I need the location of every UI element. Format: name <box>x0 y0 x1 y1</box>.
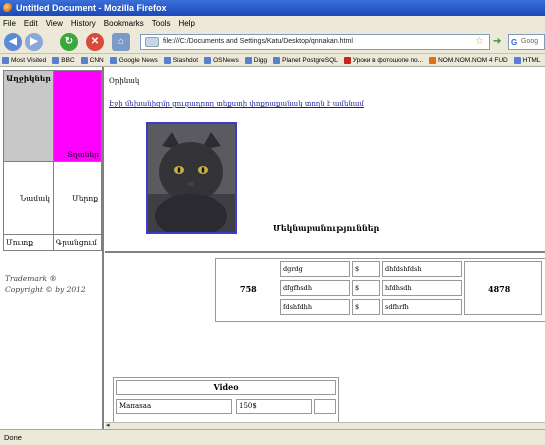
back-icon[interactable]: ◀ <box>4 33 22 51</box>
table-cell: dfgfhsdh <box>280 280 350 296</box>
reload-icon[interactable]: ↻ <box>60 33 78 51</box>
data-table: 758 dgrdg $ dhfdshfdsh dfgfhsdh $ hfdhsd… <box>215 258 545 322</box>
right-number: 4878 <box>488 284 511 294</box>
menu-edit[interactable]: Edit <box>24 19 38 28</box>
bookmark-icon <box>244 56 252 64</box>
bookmark-html[interactable]: HTML <box>513 56 540 64</box>
greeting-text: Օրինակ <box>109 77 140 85</box>
bottom-frame: 758 dgrdg $ dhfdshfdsh dfgfhsdh $ hfdhsd… <box>105 255 545 429</box>
menu-file[interactable]: File <box>3 19 16 28</box>
bookmarks-toolbar: Most Visited BBC CNN Google News Slashdo… <box>0 54 545 67</box>
left-number: 758 <box>240 284 257 294</box>
left-frame: Աղջիկներ Տղաներ Նամակ Մերոք Մուտք Գրանցո… <box>0 67 104 429</box>
bookmark-slashdot[interactable]: Slashdot <box>163 56 198 64</box>
table-cell: dhfdshfdsh <box>382 261 462 277</box>
bookmark-planet-postgresql[interactable]: Planet PostgreSQL <box>273 56 338 64</box>
window-title-bar: Untitled Document - Mozilla Firefox <box>0 0 545 16</box>
main-link[interactable]: Էջի մեխանիզմը ցուցադրող տեքստի փոքրաքանա… <box>109 100 364 108</box>
firefox-icon <box>3 3 13 13</box>
nav-cell-register[interactable]: Գրանցում <box>52 234 103 251</box>
nav-cell-boys[interactable]: Տղաներ <box>52 70 103 162</box>
page-content: Աղջիկներ Տղաներ Նամակ Մերոք Մուտք Գրանցո… <box>0 67 545 429</box>
bookmark-icon <box>204 56 212 64</box>
video-header: Video <box>116 380 336 395</box>
table-cell: $ <box>352 280 380 296</box>
menu-help[interactable]: Help <box>178 19 194 28</box>
main-frame: Օրինակ Էջի մեխանիզմը ցուցադրող տեքստի փո… <box>105 67 545 253</box>
cat-photo-icon <box>148 124 235 232</box>
nav-header-girls[interactable]: Աղջիկներ <box>3 70 54 162</box>
bookmark-icon <box>80 56 88 64</box>
stop-icon[interactable]: ✕ <box>86 33 104 51</box>
bookmark-icon <box>52 56 60 64</box>
menu-history[interactable]: History <box>71 19 96 28</box>
menu-bookmarks[interactable]: Bookmarks <box>104 19 144 28</box>
page-icon <box>145 37 159 47</box>
menu-view[interactable]: View <box>46 19 63 28</box>
video-name-cell: Мапаsaa <box>116 399 232 414</box>
left-nav-table: Աղջիկներ Տղաներ Նամակ Մերոք Մուտք Գրանցո… <box>3 70 103 251</box>
menu-tools[interactable]: Tools <box>152 19 171 28</box>
nav-cell-ours[interactable]: Մերոք <box>52 161 103 235</box>
status-bar: Done <box>0 429 545 445</box>
nav-cell-letter[interactable]: Նամակ <box>3 161 54 235</box>
bookmark-icon <box>513 56 521 64</box>
copyright-line: Copyright © by 2012 <box>5 285 86 294</box>
navigation-toolbar: ◀ ▶ ↻ ✕ ⌂ file:///C:/Documents and Setti… <box>0 30 545 54</box>
search-box[interactable]: G Goog <box>508 34 545 50</box>
horizontal-scrollbar[interactable]: ◂ <box>105 422 545 429</box>
address-text: file:///C:/Documents and Settings/Katu/D… <box>163 38 353 45</box>
go-arrow-icon[interactable]: ➔ <box>493 36 503 48</box>
bookmark-digg[interactable]: Digg <box>244 56 267 64</box>
bookmark-p-icon <box>343 56 351 64</box>
trademark-text: Trademark ® Copyright © by 2012 <box>5 273 86 295</box>
window-title: Untitled Document - Mozilla Firefox <box>16 3 167 13</box>
bookmark-most-visited[interactable]: Most Visited <box>2 56 46 64</box>
bookmark-bbc[interactable]: BBC <box>52 56 75 64</box>
bookmark-icon <box>2 56 9 64</box>
status-text: Done <box>4 433 22 442</box>
table-cell: hfdhsdh <box>382 280 462 296</box>
bookmark-icon <box>273 56 281 64</box>
bookmark-icon <box>429 56 437 64</box>
forward-icon[interactable]: ▶ <box>25 33 43 51</box>
table-cell: sdfhrfh <box>382 299 462 315</box>
trademark-line: Trademark ® <box>5 274 57 283</box>
bookmark-icon <box>163 56 171 64</box>
bookmark-star-icon[interactable]: ☆ <box>475 36 487 48</box>
video-empty-cell <box>314 399 336 414</box>
bookmark-nom-nom[interactable]: NOM.NOM.NOM 4 FUD <box>429 56 508 64</box>
menu-bar: File Edit View History Bookmarks Tools H… <box>0 16 545 30</box>
table-cell: $ <box>352 299 380 315</box>
search-placeholder: Goog <box>521 38 539 45</box>
bookmark-icon <box>109 56 117 64</box>
home-icon[interactable]: ⌂ <box>112 33 130 51</box>
google-icon: G <box>511 38 518 47</box>
nav-cell-login[interactable]: Մուտք <box>3 234 54 251</box>
cat-image <box>146 122 237 234</box>
bookmark-osnews[interactable]: OSNews <box>204 56 239 64</box>
video-price-cell: 150$ <box>236 399 312 414</box>
scroll-left-icon[interactable]: ◂ <box>106 421 110 429</box>
table-cell: $ <box>352 261 380 277</box>
table-cell: dgrdg <box>280 261 350 277</box>
comments-heading: Մեկնաբանություններ <box>273 223 380 233</box>
bookmark-photoshop-lessons[interactable]: Уроки в фотошопе по... <box>343 56 423 64</box>
address-bar[interactable]: file:///C:/Documents and Settings/Katu/D… <box>140 34 490 50</box>
bookmark-cnn[interactable]: CNN <box>80 56 104 64</box>
bookmark-google-news[interactable]: Google News <box>109 56 158 64</box>
table-cell: fdshfdhh <box>280 299 350 315</box>
